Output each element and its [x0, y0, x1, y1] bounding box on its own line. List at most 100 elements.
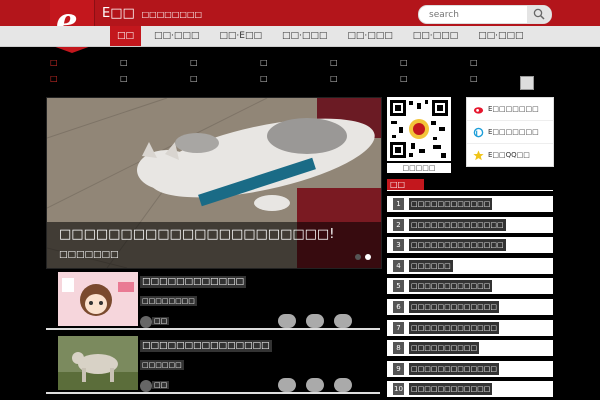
channel-link[interactable]: □ — [400, 58, 470, 71]
channel-link[interactable]: □ — [330, 74, 400, 87]
social-weibo[interactable]: E□□□□□□□ — [467, 98, 553, 121]
news-actions — [278, 314, 352, 328]
news-actions — [278, 378, 352, 392]
nav-item[interactable]: □□·E□□ — [212, 26, 269, 46]
qr-label: □□□□□ — [387, 163, 451, 173]
hot-item[interactable]: 5 □□□□□□□□□□□□ — [387, 278, 553, 295]
divider — [46, 328, 380, 330]
brand-title: E□□ □□□□□□□□ — [102, 6, 202, 21]
social-label: E□□□□□□□ — [488, 128, 539, 136]
hot-item-title[interactable]: □□□□□□ — [409, 259, 453, 272]
channel-link[interactable]: □ — [330, 58, 400, 71]
social-label: E□□□□□□□ — [488, 105, 539, 113]
hot-item-title[interactable]: □□□□□□□□□□□□ — [409, 280, 493, 293]
comment-icon[interactable] — [306, 314, 324, 328]
nav-item[interactable]: □□·□□□ — [275, 26, 334, 46]
hot-item-title[interactable]: □□□□□□□□□□□□□□ — [409, 239, 506, 252]
channel-link[interactable]: □ — [50, 58, 120, 71]
featured-slider[interactable]: □□□□□□□□□□□□□□□□□□□□□□! □□□□□□□ — [46, 97, 382, 269]
rank-number: 3 — [393, 239, 404, 252]
rank-number: 4 — [393, 259, 404, 272]
hot-item-title[interactable]: □□□□□□□□□□□□□□ — [409, 218, 506, 231]
hot-item[interactable]: 9 □□□□□□□□□□□□□ — [387, 360, 553, 377]
search-icon — [533, 8, 545, 20]
social-links: E□□□□□□□ E□□□□□□□ E□□QQ□□ — [466, 97, 554, 167]
search-input[interactable] — [427, 7, 526, 23]
divider — [46, 392, 380, 394]
divider — [387, 190, 553, 191]
nav-item-home[interactable]: □□ — [110, 26, 142, 46]
news-title[interactable]: □□□□□□□□□□□□□□□ — [140, 340, 272, 352]
hot-item[interactable]: 3 □□□□□□□□□□□□□□ — [387, 237, 553, 254]
news-category[interactable]: □□□□□□ — [140, 360, 184, 370]
slider-dot[interactable] — [355, 254, 361, 260]
main-nav: □□ □□·□□□ □□·E□□ □□·□□□ □□·□□□ □□·□□□ □□… — [110, 26, 537, 46]
social-label: E□□QQ□□ — [488, 151, 530, 159]
social-tencent-weibo[interactable]: E□□□□□□□ — [467, 121, 553, 144]
news-author[interactable]: □□ — [152, 317, 170, 325]
nav-item[interactable]: □□·□□□ — [406, 26, 465, 46]
hot-item-title[interactable]: □□□□□□□□□□□□□ — [409, 362, 499, 375]
news-item[interactable]: □□□□□□□□□□□□ □□□□□□□□ □□ — [46, 270, 380, 334]
share-icon[interactable] — [334, 378, 352, 392]
social-qzone[interactable]: E□□QQ□□ — [467, 144, 553, 166]
news-thumbnail[interactable] — [58, 336, 138, 390]
like-icon[interactable] — [278, 314, 296, 328]
search-box — [418, 5, 552, 24]
rank-number: 6 — [393, 300, 404, 313]
hot-item[interactable]: 10 □□□□□□□□□□□□ — [387, 381, 553, 398]
slide-caption[interactable]: □□□□□□□□□□□□□□□□□□□□□□! — [59, 227, 334, 242]
channel-link[interactable]: □ — [50, 74, 120, 87]
brand-name: E□□ — [102, 6, 135, 21]
weibo-icon — [473, 106, 484, 114]
comment-icon[interactable] — [306, 378, 324, 392]
slider-dot-active[interactable] — [365, 254, 371, 260]
hot-item-title[interactable]: □□□□□□□□□□□□ — [409, 198, 493, 210]
channel-link[interactable]: □ — [470, 58, 540, 71]
news-author[interactable]: □□ — [152, 381, 170, 389]
hot-item[interactable]: 8 □□□□□□□□□□ — [387, 340, 553, 357]
qr-code — [387, 97, 451, 161]
rank-number: 9 — [393, 362, 404, 375]
hot-item[interactable]: 1 □□□□□□□□□□□□ — [387, 196, 553, 212]
rank-number: 10 — [393, 383, 404, 396]
hot-list-title: □□ — [387, 179, 424, 190]
channel-link[interactable]: □ — [190, 74, 260, 87]
hot-item-title[interactable]: □□□□□□□□□□□□□ — [409, 300, 499, 313]
hot-item[interactable]: 6 □□□□□□□□□□□□□ — [387, 298, 553, 315]
nav-item[interactable]: □□·□□□ — [340, 26, 399, 46]
share-icon[interactable] — [334, 314, 352, 328]
avatar — [140, 316, 152, 328]
channel-link[interactable]: □ — [190, 58, 260, 71]
tencent-weibo-icon — [473, 127, 484, 137]
avatar — [140, 380, 152, 392]
hot-item[interactable]: 4 □□□□□□ — [387, 257, 553, 274]
channel-link[interactable]: □ — [260, 58, 330, 71]
share-icon[interactable] — [520, 76, 534, 90]
rank-number: 7 — [393, 321, 404, 334]
news-title[interactable]: □□□□□□□□□□□□ — [140, 276, 247, 288]
hot-item-title[interactable]: □□□□□□□□□□□□ — [409, 383, 493, 396]
rank-number: 5 — [393, 280, 404, 293]
brand-slogan: □□□□□□□□ — [141, 10, 203, 19]
like-icon[interactable] — [278, 378, 296, 392]
hot-item[interactable]: 7 □□□□□□□□□□□□□ — [387, 319, 553, 336]
news-thumbnail[interactable] — [58, 272, 138, 326]
qr-code-image — [387, 97, 451, 161]
news-category[interactable]: □□□□□□□□ — [140, 296, 197, 306]
rank-number: 8 — [393, 342, 404, 355]
qzone-star-icon — [473, 149, 484, 160]
channel-link[interactable]: □ — [260, 74, 330, 87]
channel-link[interactable]: □ — [120, 74, 190, 87]
hot-list: 1 □□□□□□□□□□□□ 2 □□□□□□□□□□□□□□ 3 □□□□□□□□□… — [387, 196, 553, 398]
hot-item-title[interactable]: □□□□□□□□□□□□□ — [409, 321, 499, 334]
nav-item[interactable]: □□·□□□ — [147, 26, 206, 46]
hot-item[interactable]: 2 □□□□□□□□□□□□□□ — [387, 216, 553, 233]
channel-link[interactable]: □ — [120, 58, 190, 71]
news-item[interactable]: □□□□□□□□□□□□□□□ □□□□□□ □□ — [46, 334, 380, 398]
nav-item[interactable]: □□·□□□ — [471, 26, 530, 46]
channel-grid: □ □ □ □ □ □ □ □ □ □ □ □ □ □ — [50, 58, 540, 88]
hot-item-title[interactable]: □□□□□□□□□□ — [409, 342, 480, 355]
channel-link[interactable]: □ — [400, 74, 470, 87]
search-button[interactable] — [527, 6, 551, 23]
